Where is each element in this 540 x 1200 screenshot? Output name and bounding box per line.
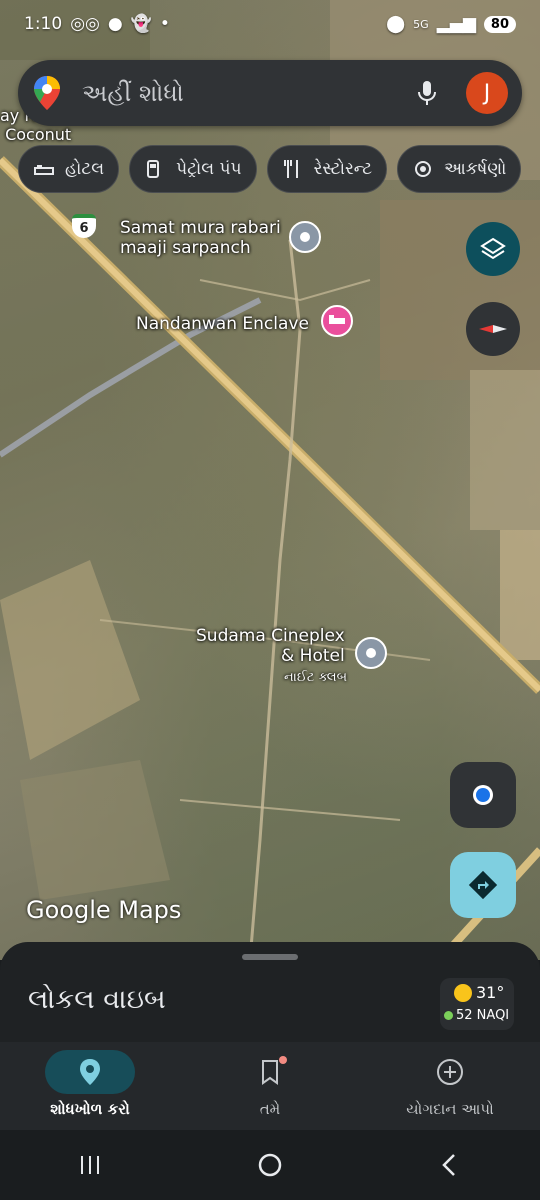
my-location-button[interactable]	[450, 762, 516, 828]
network-label: 5G	[413, 17, 429, 31]
map-pin-icon[interactable]	[354, 636, 388, 670]
sun-icon	[454, 983, 472, 1002]
nav-label: તમે	[259, 1100, 281, 1118]
nav-explore[interactable]: શોધખોળ કરો	[0, 1042, 180, 1130]
attraction-icon	[415, 161, 432, 177]
sheet-title: લોકલ વાઇબ	[28, 984, 166, 1015]
chip-restaurant[interactable]: રેસ્ટોરન્ટ	[266, 145, 388, 193]
location-icon: ⬤	[386, 14, 406, 34]
bookmark-icon	[262, 1060, 278, 1085]
system-navigation-bar	[0, 1130, 540, 1200]
aqi-status-dot	[444, 1011, 453, 1020]
search-bar[interactable]: અહીં શોધો J	[18, 60, 522, 126]
my-location-icon	[473, 785, 493, 805]
fuel-icon	[147, 160, 160, 178]
profile-avatar[interactable]: J	[466, 72, 508, 114]
directions-icon	[468, 870, 498, 900]
place-sublabel-sudama: નાઈટ ક્લબ	[284, 670, 348, 685]
recent-apps-icon[interactable]	[77, 1152, 103, 1178]
nav-contribute[interactable]: યોગદાન આપો	[360, 1042, 540, 1130]
aqi-value: 52 NAQI	[456, 1008, 510, 1023]
category-chips: હોટલ પેટ્રોલ પંપ રેસ્ટોરન્ટ આકર્ષણો	[18, 145, 522, 193]
chip-label: હોટલ	[65, 159, 105, 179]
chip-hotel[interactable]: હોટલ	[18, 145, 120, 193]
chip-petrol[interactable]: પેટ્રોલ પંપ	[129, 145, 257, 193]
chat-icon: ●	[107, 14, 123, 34]
microphone-icon[interactable]	[412, 78, 442, 108]
map-pin-icon[interactable]	[288, 220, 322, 254]
nav-label: યોગદાન આપો	[406, 1100, 494, 1118]
maps-pin-logo-icon	[34, 76, 60, 110]
temperature: 31°	[476, 983, 505, 1002]
add-circle-icon	[437, 1059, 463, 1085]
layers-button[interactable]	[466, 222, 520, 276]
home-icon[interactable]	[256, 1151, 284, 1179]
road-badge: 6	[72, 214, 96, 238]
chip-attractions[interactable]: આકર્ષણો	[397, 145, 522, 193]
sheet-drag-handle[interactable]	[242, 954, 298, 960]
back-icon[interactable]	[437, 1152, 463, 1178]
status-time: 1:10	[24, 14, 63, 34]
compass-icon	[479, 325, 507, 333]
nav-you[interactable]: તમે	[180, 1042, 360, 1130]
dot-icon: •	[159, 14, 170, 34]
hotel-pin-icon[interactable]	[320, 304, 354, 338]
chip-label: આકર્ષણો	[444, 159, 507, 179]
directions-button[interactable]	[450, 852, 516, 918]
bottom-navigation: શોધખોળ કરો તમે યોગદાન આપો	[0, 1042, 540, 1130]
bed-icon	[34, 165, 54, 175]
compass-button[interactable]	[466, 302, 520, 356]
battery-indicator: 80	[483, 15, 516, 33]
location-pin-icon	[80, 1059, 100, 1085]
chip-label: રેસ્ટોરન્ટ	[313, 159, 373, 179]
place-label-samat[interactable]: Samat mura rabari maaji sarpanch	[120, 218, 281, 259]
layers-icon	[480, 237, 506, 260]
notification-dot	[279, 1056, 287, 1064]
restaurant-icon	[283, 160, 298, 178]
weather-widget[interactable]: 31° 52 NAQI	[440, 978, 514, 1030]
status-bar: 1:10 ◎◎ ● 👻 • ⬤ 5G ▂▄▆ 80	[0, 0, 540, 48]
signal-icon: ▂▄▆	[436, 14, 476, 34]
search-input[interactable]: અહીં શોધો	[82, 79, 412, 107]
chip-label: પેટ્રોલ પંપ	[176, 159, 242, 179]
snapchat-icon: 👻	[130, 14, 152, 34]
bottom-sheet[interactable]: લોકલ વાઇબ 31° 52 NAQI	[0, 942, 540, 1042]
place-label-nandanwan[interactable]: Nandanwan Enclave	[136, 314, 309, 334]
voicemail-icon: ◎◎	[70, 14, 100, 34]
nav-label: શોધખોળ કરો	[50, 1100, 130, 1118]
google-maps-logo: Google Maps	[26, 896, 182, 924]
place-label-sudama[interactable]: Sudama Cineplex & Hotel	[196, 626, 345, 667]
